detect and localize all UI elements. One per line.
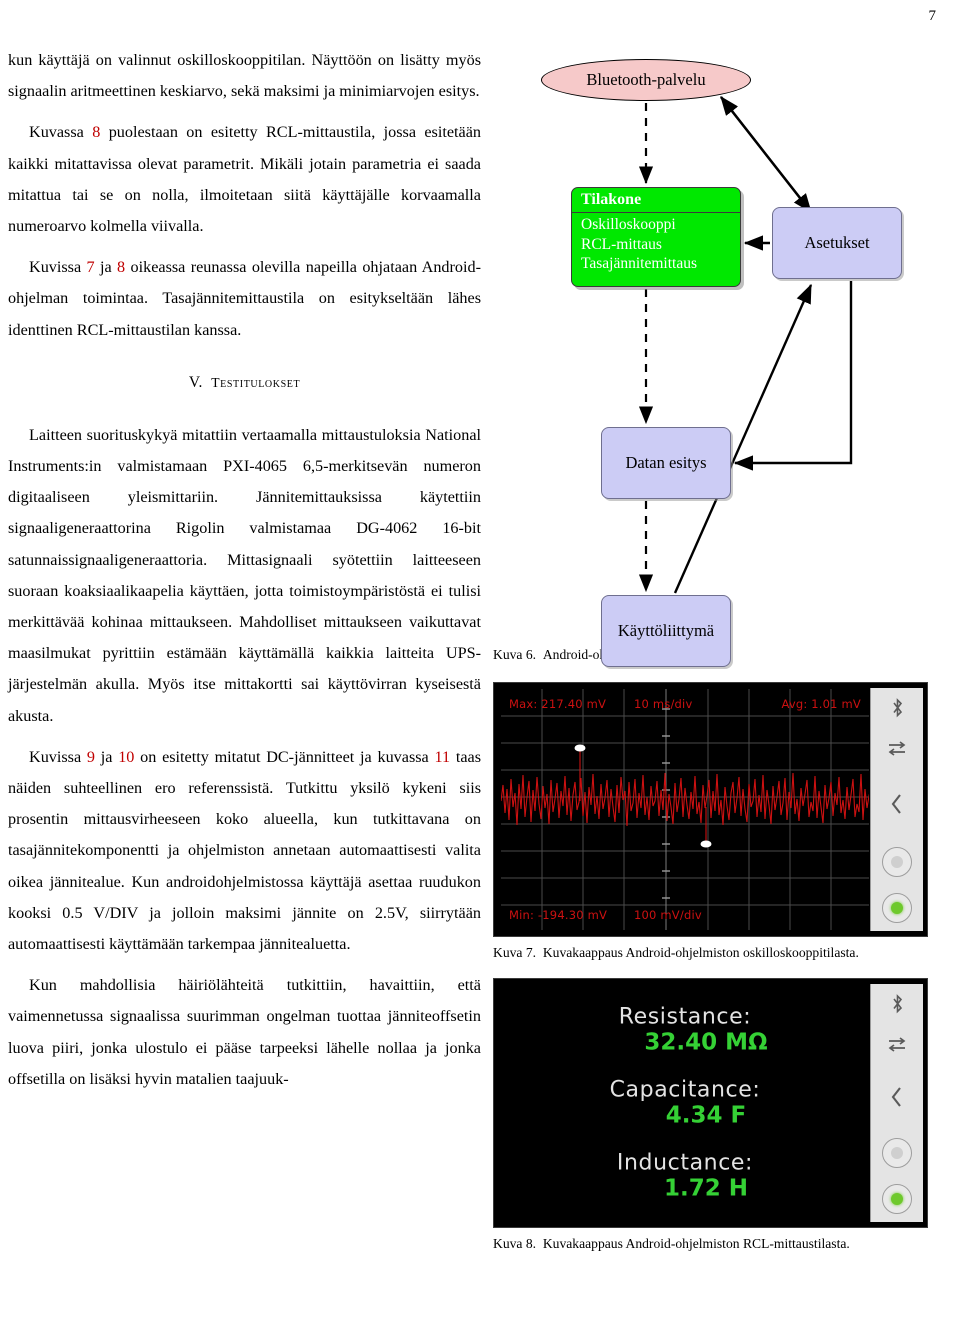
screenshot-rcl: Resistance: 32.40 MΩ Capacitance: 4.34 F… xyxy=(493,978,928,1228)
node-settings-label: Asetukset xyxy=(804,233,870,252)
back-icon[interactable] xyxy=(871,768,923,839)
figure-ref-9[interactable]: 9 xyxy=(87,748,95,766)
node-user-interface-label: Käyttöliittymä xyxy=(617,621,715,640)
caption-figure-6-label: Kuva 6. xyxy=(493,647,537,662)
node-data-display-label: Datan esitys xyxy=(625,453,707,472)
oscilloscope-button-bar xyxy=(870,688,923,931)
section-heading: V. Testitulokset xyxy=(8,374,481,392)
bluetooth-icon[interactable] xyxy=(871,688,923,728)
figure-ref-7[interactable]: 7 xyxy=(87,258,95,276)
rcl-readout-capacitance: Capacitance: 4.34 F xyxy=(501,1078,869,1129)
node-bluetooth-service[interactable]: Bluetooth-palvelu xyxy=(541,59,751,101)
oscilloscope-voltdiv-label: 100 mV/div xyxy=(634,908,702,922)
oscilloscope-screen[interactable]: Max: 217.40 mV 10 ms/div Avg: 1.01 mV Mi… xyxy=(501,689,869,930)
oscilloscope-timebase-label: 10 ms/div xyxy=(634,697,693,711)
node-settings[interactable]: Asetukset xyxy=(772,207,902,279)
loop-glyph xyxy=(888,1037,906,1052)
back-chevron-glyph xyxy=(891,793,901,814)
oscilloscope-max-label: Max: 217.40 mV xyxy=(509,697,607,711)
oscilloscope-avg-label: Avg: 1.01 mV xyxy=(781,697,861,711)
rcl-inductance-value: 1.72 H xyxy=(663,1175,748,1202)
edge-settings-to-data xyxy=(733,281,853,471)
bluetooth-icon[interactable] xyxy=(871,984,923,1024)
caption-figure-7-text: Kuvakaappaus Android-ohjelmiston oskillo… xyxy=(542,945,859,960)
rcl-button-bar xyxy=(870,984,923,1222)
node-bluetooth-label: Bluetooth-palvelu xyxy=(586,70,706,89)
section-title: Testitulokset xyxy=(211,374,301,390)
caption-figure-8-label: Kuva 8. xyxy=(493,1236,537,1251)
loop-icon[interactable] xyxy=(871,728,923,768)
state-item-oscilloscope: Oskilloskooppi xyxy=(581,216,676,233)
knob-active[interactable] xyxy=(871,1176,923,1222)
back-chevron-glyph xyxy=(891,1087,901,1107)
paragraph-1: kun käyttäjä on valinnut oskilloskooppit… xyxy=(8,51,481,101)
bluetooth-glyph xyxy=(892,994,902,1014)
paragraph-3: Kuvissa 7 ja 8 oikeassa reunassa olevill… xyxy=(8,258,481,339)
rcl-readout-resistance: Resistance: 32.40 MΩ xyxy=(501,1005,869,1056)
knob-inactive[interactable] xyxy=(871,1130,923,1176)
caption-figure-8-text: Kuvakaappaus Android-ohjelmiston RCL-mit… xyxy=(542,1236,850,1251)
back-icon[interactable] xyxy=(871,1064,923,1130)
node-state-machine-items: Oskilloskooppi RCL-mittaus Tasajännitemi… xyxy=(572,213,740,274)
paragraph-5: Kuvissa 9 ja 10 on esitetty mitatut DC-j… xyxy=(8,747,481,954)
section-numeral: V. xyxy=(188,373,203,391)
paragraph-4: Laitteen suorituskykyä mitattiin vertaam… xyxy=(8,425,481,725)
screenshot-oscilloscope: Max: 217.40 mV 10 ms/div Avg: 1.01 mV Mi… xyxy=(493,682,928,937)
caption-figure-8: Kuva 8. Kuvakaappaus Android-ohjelmiston… xyxy=(493,1234,952,1253)
rcl-capacitance-label: Capacitance: xyxy=(609,1077,761,1103)
knob-active[interactable] xyxy=(871,885,923,931)
node-state-machine[interactable]: Tilakone Oskilloskooppi RCL-mittaus Tasa… xyxy=(571,187,741,287)
bluetooth-glyph xyxy=(892,698,902,718)
knob-inactive[interactable] xyxy=(871,839,923,885)
figure-ref-8b[interactable]: 8 xyxy=(117,258,125,276)
rcl-resistance-value: 32.40 MΩ xyxy=(644,1029,768,1056)
oscilloscope-waveform xyxy=(501,744,869,848)
paragraph-2: Kuvassa 8 puolestaan on esitetty RCL-mit… xyxy=(8,123,481,236)
rcl-resistance-label: Resistance: xyxy=(618,1004,752,1030)
node-user-interface[interactable]: Käyttöliittymä xyxy=(601,595,731,667)
state-item-rcl: RCL-mittaus xyxy=(581,235,662,253)
caption-figure-7: Kuva 7. Kuvakaappaus Android-ohjelmiston… xyxy=(493,943,952,962)
loop-glyph xyxy=(888,741,906,756)
oscilloscope-min-label: Min: -194.30 mV xyxy=(509,908,608,922)
paragraph-6: Kun mahdollisia häiriölähteitä tutkittii… xyxy=(8,976,481,1088)
left-text-column: kun käyttäjä on valinnut oskilloskooppit… xyxy=(8,45,481,1095)
figure-ref-11[interactable]: 11 xyxy=(434,748,450,766)
rcl-readout-inductance: Inductance: 1.72 H xyxy=(501,1151,869,1202)
node-state-machine-title: Tilakone xyxy=(572,188,740,213)
node-data-display[interactable]: Datan esitys xyxy=(601,427,731,499)
rcl-inductance-label: Inductance: xyxy=(616,1150,754,1176)
rcl-readout-list: Resistance: 32.40 MΩ Capacitance: 4.34 F… xyxy=(501,1005,869,1202)
state-item-dc: Tasajännitemittaus xyxy=(581,255,697,272)
diagram-connectors xyxy=(638,96,853,594)
rcl-screen[interactable]: Resistance: 32.40 MΩ Capacitance: 4.34 F… xyxy=(501,985,869,1221)
loop-icon[interactable] xyxy=(871,1024,923,1064)
flow-diagram: Bluetooth-palvelu Tilakone Oskilloskoopp… xyxy=(493,45,952,667)
figure-ref-10[interactable]: 10 xyxy=(118,748,134,766)
right-figure-column: Bluetooth-palvelu Tilakone Oskilloskoopp… xyxy=(493,45,952,1253)
page-number: 7 xyxy=(928,8,937,24)
rcl-capacitance-value: 4.34 F xyxy=(665,1102,747,1129)
caption-figure-7-label: Kuva 7. xyxy=(493,945,537,960)
